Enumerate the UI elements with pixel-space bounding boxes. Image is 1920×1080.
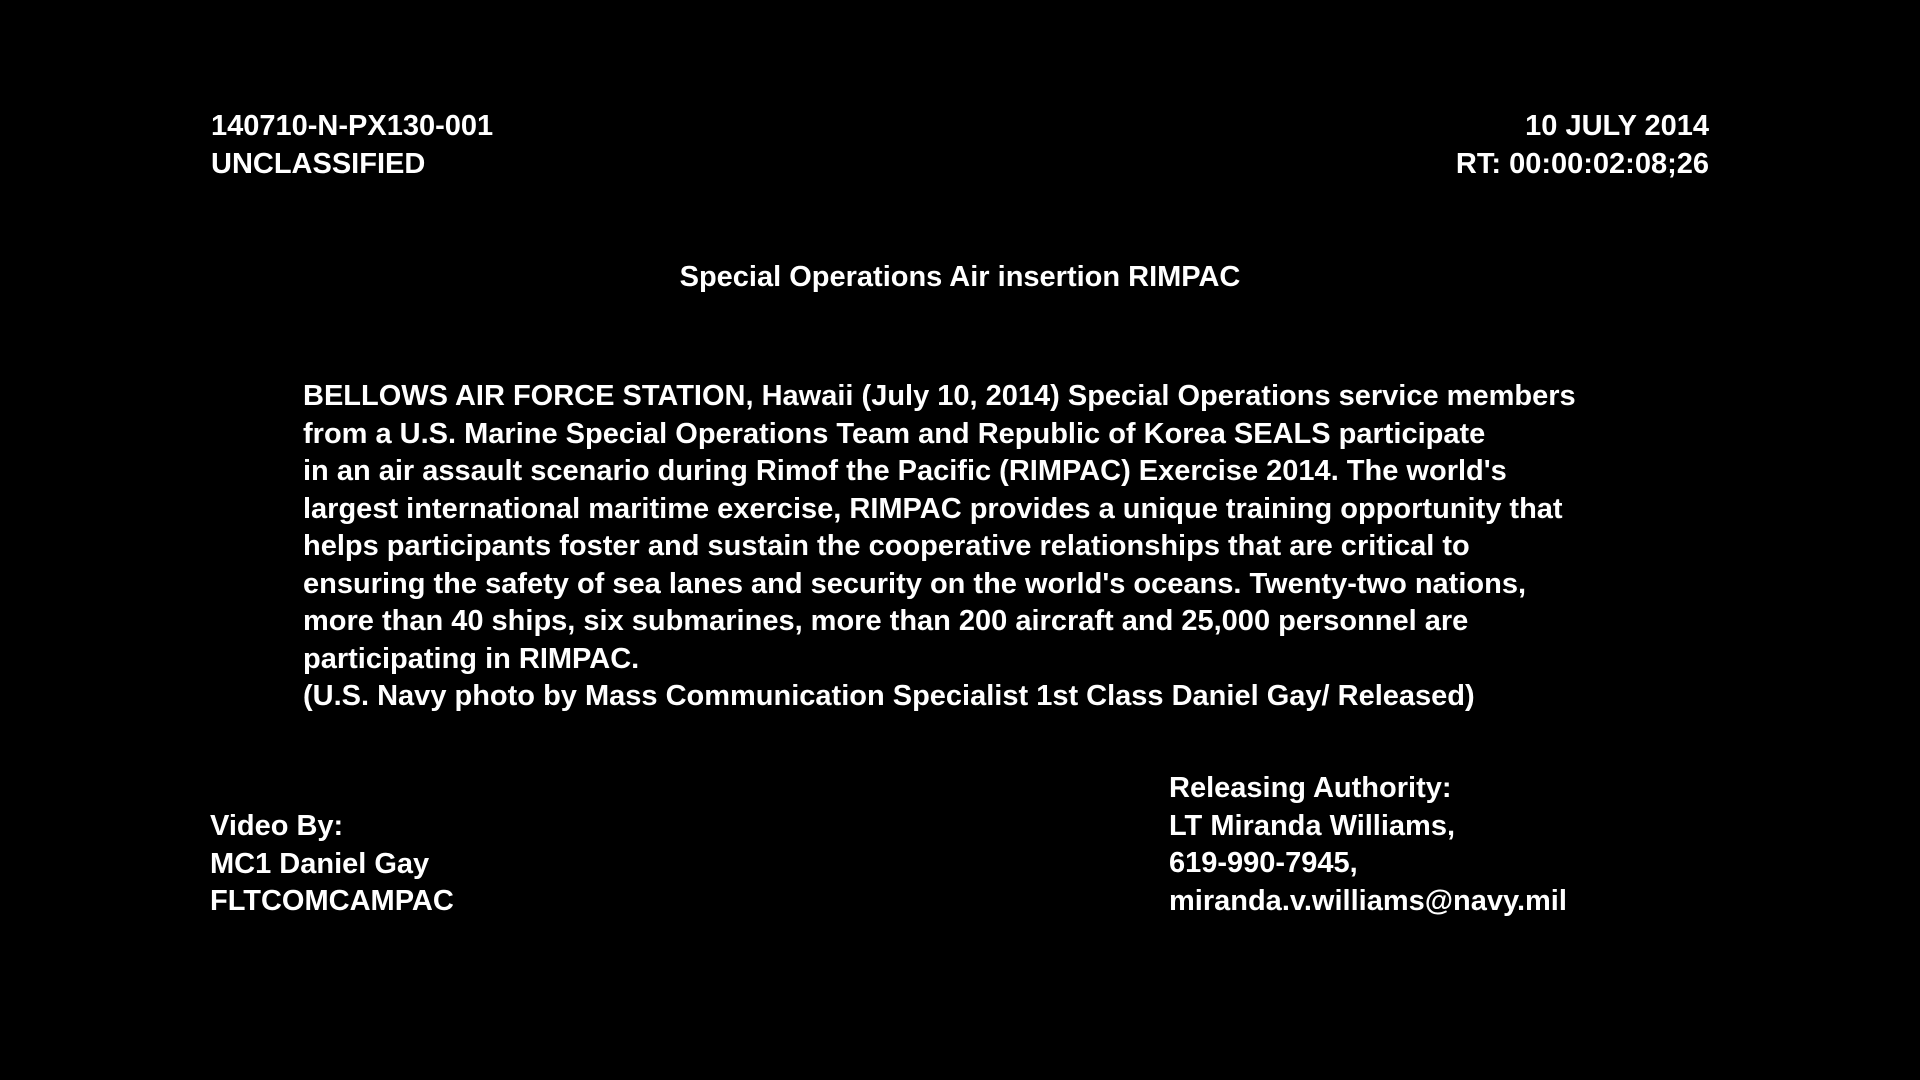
runtime-readout: RT: 00:00:02:08;26: [1455, 147, 1709, 180]
releasing-authority-name: LT Miranda Williams,: [1169, 809, 1456, 842]
caption-line: more than 40 ships, six submarines, more…: [303, 605, 1469, 637]
videographer-unit: FLTCOMCAMPAC: [210, 885, 454, 917]
releasing-authority-credit: Releasing Authority: LT Miranda Williams…: [1169, 770, 1567, 920]
videographer-name: MC1 Daniel Gay: [210, 847, 430, 880]
header-left: 140710-N-PX130-001 UNCLASSIFIED: [211, 108, 493, 183]
caption-line: from a U.S. Marine Special Operations Te…: [303, 417, 1486, 450]
video-by-label: Video By:: [210, 810, 344, 842]
header-right: 10 JULY 2014 RT: 00:00:02:08;26: [1456, 108, 1709, 183]
slate-date: 10 JULY 2014: [1525, 110, 1709, 142]
releasing-authority-phone: 619-990-7945,: [1169, 847, 1358, 879]
caption-description: BELLOWS AIR FORCE STATION, Hawaii (July …: [303, 378, 1633, 716]
slate-id-code: 140710-N-PX130-001: [211, 110, 494, 142]
video-slate: 140710-N-PX130-001 UNCLASSIFIED 10 JULY …: [0, 0, 1920, 1080]
releasing-authority-label: Releasing Authority:: [1169, 772, 1452, 804]
caption-line: helps participants foster and sustain th…: [303, 530, 1470, 562]
caption-line: participating in RIMPAC.: [303, 642, 640, 675]
caption-line: in an air assault scenario during Rimof …: [303, 455, 1507, 487]
video-by-credit: Video By: MC1 Daniel Gay FLTCOMCAMPAC: [210, 808, 454, 921]
slate-title: Special Operations Air insertion RIMPAC: [679, 261, 1241, 293]
caption-line: ensuring the safety of sea lanes and sec…: [303, 567, 1527, 600]
releasing-authority-email: miranda.v.williams@navy.mil: [1169, 884, 1567, 917]
caption-line: BELLOWS AIR FORCE STATION, Hawaii (July …: [303, 380, 1576, 412]
photo-credit-line: (U.S. Navy photo by Mass Communication S…: [303, 680, 1475, 712]
caption-line: largest international maritime exercise,…: [303, 492, 1563, 525]
classification-label: UNCLASSIFIED: [211, 147, 426, 180]
